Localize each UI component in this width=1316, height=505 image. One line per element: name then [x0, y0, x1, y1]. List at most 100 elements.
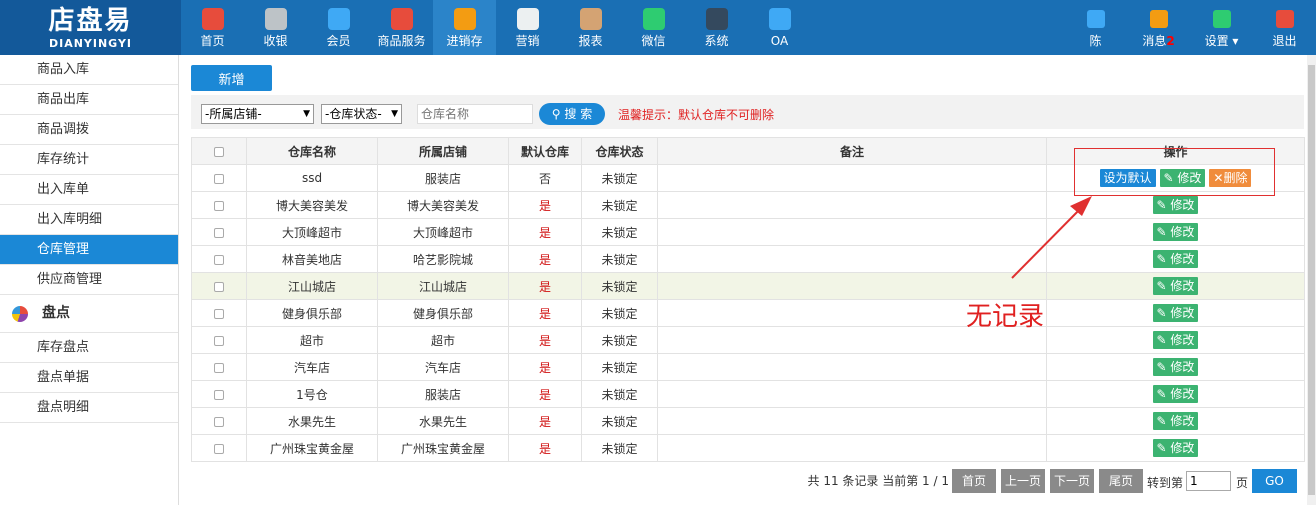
- row-checkbox[interactable]: [214, 362, 224, 373]
- row-select-cell[interactable]: [191, 434, 247, 462]
- scrollbar-thumb[interactable]: [1308, 65, 1315, 495]
- search-button[interactable]: ⚲ 搜 索: [539, 103, 605, 125]
- row-checkbox[interactable]: [214, 335, 224, 346]
- row-checkbox[interactable]: [214, 308, 224, 319]
- user-button[interactable]: 陈: [1064, 0, 1127, 55]
- row-checkbox[interactable]: [214, 254, 224, 265]
- warning-tip: 温馨提示：默认仓库不可删除: [618, 108, 775, 122]
- sidebar-item-3[interactable]: 库存统计: [0, 145, 178, 175]
- edit-button[interactable]: ✎ 修改: [1152, 331, 1199, 349]
- messages-button[interactable]: 消息2: [1127, 0, 1190, 55]
- nav-label: 收银: [263, 34, 288, 48]
- row-select-cell[interactable]: [191, 407, 247, 435]
- edit-button[interactable]: ✎ 修改: [1152, 277, 1199, 295]
- sidebar-item-2[interactable]: 商品调拨: [0, 115, 178, 145]
- table-row[interactable]: 林音美地店 哈艺影院城是未锁定 ✎ 修改: [191, 245, 1305, 273]
- status-select[interactable]: -仓库状态- ▼: [321, 104, 402, 124]
- row-checkbox[interactable]: [214, 227, 224, 238]
- edit-button[interactable]: ✎ 修改: [1152, 412, 1199, 430]
- next-page-button[interactable]: 下一页: [1050, 469, 1094, 493]
- row-checkbox[interactable]: [214, 389, 224, 400]
- nav-item-3[interactable]: 商品服务: [370, 0, 433, 55]
- sidebar-item-4[interactable]: 出入库单: [0, 175, 178, 205]
- nav-item-2[interactable]: 会员: [307, 0, 370, 55]
- nav-item-6[interactable]: 报表: [559, 0, 622, 55]
- edit-button[interactable]: ✎ 修改: [1152, 223, 1199, 241]
- nav-item-9[interactable]: OA: [748, 0, 811, 55]
- sidebar-sub-item-0[interactable]: 库存盘点: [0, 333, 178, 363]
- nav-item-8[interactable]: 系统: [685, 0, 748, 55]
- right-nav: 陈 消息2 设置 ▾ 退出: [1064, 0, 1316, 55]
- edit-button[interactable]: ✎ 修改: [1152, 304, 1199, 322]
- edit-button[interactable]: ✎ 修改: [1152, 439, 1199, 457]
- edit-button[interactable]: ✎ 修改: [1152, 250, 1199, 268]
- set-default-button[interactable]: 设为默认: [1099, 169, 1156, 187]
- row-select-cell[interactable]: [191, 164, 247, 192]
- logout-button[interactable]: 退出: [1253, 0, 1316, 55]
- settings-button[interactable]: 设置 ▾: [1190, 0, 1253, 55]
- row-checkbox[interactable]: [214, 200, 224, 211]
- sidebar-item-0[interactable]: 商品入库: [0, 55, 178, 85]
- wechat-icon: [642, 8, 665, 30]
- warehouse-name-input[interactable]: [417, 104, 533, 124]
- row-select-cell[interactable]: [191, 299, 247, 327]
- nav-item-4[interactable]: 进销存: [433, 0, 496, 55]
- row-select-cell[interactable]: [191, 191, 247, 219]
- row-select-cell[interactable]: [191, 326, 247, 354]
- edit-button[interactable]: ✎ 修改: [1159, 169, 1206, 187]
- delete-button[interactable]: ✕删除: [1209, 169, 1252, 187]
- row-select-cell[interactable]: [191, 380, 247, 408]
- row-checkbox[interactable]: [214, 416, 224, 427]
- table-row[interactable]: ssd 服装店否未锁定 设为默认 ✎ 修改 ✕删除: [191, 164, 1305, 192]
- row-select-cell[interactable]: [191, 218, 247, 246]
- logo[interactable]: 店盘易 DIANYINGYI: [0, 0, 181, 55]
- edit-button[interactable]: ✎ 修改: [1152, 196, 1199, 214]
- row-select-cell[interactable]: [191, 272, 247, 300]
- edit-button[interactable]: ✎ 修改: [1152, 385, 1199, 403]
- sidebar-group-inventory-check[interactable]: 盘点: [0, 295, 178, 333]
- bell-icon: [1149, 10, 1168, 28]
- table-row[interactable]: 博大美容美发 博大美容美发是未锁定 ✎ 修改: [191, 191, 1305, 219]
- pagination: 共 11 条记录 当前第 1 / 1 首页 上一页 下一页 尾页 转到第 页 G…: [179, 467, 1304, 493]
- store-select[interactable]: -所属店铺- ▼: [201, 104, 314, 124]
- sidebar-item-7[interactable]: 供应商管理: [0, 265, 178, 295]
- row-checkbox[interactable]: [214, 443, 224, 454]
- nav-item-1[interactable]: 收银: [244, 0, 307, 55]
- sidebar-item-6[interactable]: 仓库管理: [0, 235, 178, 265]
- page-number-input[interactable]: [1186, 471, 1231, 491]
- table-row[interactable]: 广州珠宝黄金屋 广州珠宝黄金屋是未锁定 ✎ 修改: [191, 434, 1305, 462]
- table-row[interactable]: 汽车店 汽车店是未锁定 ✎ 修改: [191, 353, 1305, 381]
- nav-item-7[interactable]: 微信: [622, 0, 685, 55]
- sidebar-sub-item-2[interactable]: 盘点明细: [0, 393, 178, 423]
- nav-item-0[interactable]: 首页: [181, 0, 244, 55]
- edit-button[interactable]: ✎ 修改: [1152, 358, 1199, 376]
- cell-name: 汽车店: [246, 353, 378, 381]
- nav-label: 商品服务: [377, 34, 426, 48]
- table-row[interactable]: 健身俱乐部 健身俱乐部是未锁定 ✎ 修改: [191, 299, 1305, 327]
- select-all-checkbox[interactable]: [214, 146, 224, 157]
- last-page-button[interactable]: 尾页: [1099, 469, 1143, 493]
- pencil-icon: ✎: [1163, 171, 1178, 185]
- table-row[interactable]: 水果先生 水果先生是未锁定 ✎ 修改: [191, 407, 1305, 435]
- row-checkbox[interactable]: [214, 281, 224, 292]
- add-button[interactable]: 新增: [191, 65, 272, 91]
- table-row[interactable]: 大顶峰超市 大顶峰超市是未锁定 ✎ 修改: [191, 218, 1305, 246]
- row-select-cell[interactable]: [191, 245, 247, 273]
- cell-actions: 设为默认 ✎ 修改 ✕删除: [1046, 164, 1305, 192]
- nav-item-5[interactable]: 营销: [496, 0, 559, 55]
- table-row[interactable]: 江山城店 江山城店是未锁定 ✎ 修改: [191, 272, 1305, 300]
- sidebar-sub-item-1[interactable]: 盘点单据: [0, 363, 178, 393]
- cell-status: 未锁定: [581, 164, 658, 192]
- logo-subtext: DIANYINGYI: [48, 37, 133, 50]
- sidebar-item-1[interactable]: 商品出库: [0, 85, 178, 115]
- prev-page-button[interactable]: 上一页: [1001, 469, 1045, 493]
- row-select-cell[interactable]: [191, 353, 247, 381]
- table-row[interactable]: 超市 超市是未锁定 ✎ 修改: [191, 326, 1305, 354]
- table-row[interactable]: 1号仓 服装店是未锁定 ✎ 修改: [191, 380, 1305, 408]
- go-button[interactable]: GO: [1252, 469, 1297, 493]
- select-all-cell[interactable]: [191, 137, 247, 165]
- scrollbar[interactable]: [1307, 55, 1316, 505]
- first-page-button[interactable]: 首页: [952, 469, 996, 493]
- sidebar-item-5[interactable]: 出入库明细: [0, 205, 178, 235]
- row-checkbox[interactable]: [214, 173, 224, 184]
